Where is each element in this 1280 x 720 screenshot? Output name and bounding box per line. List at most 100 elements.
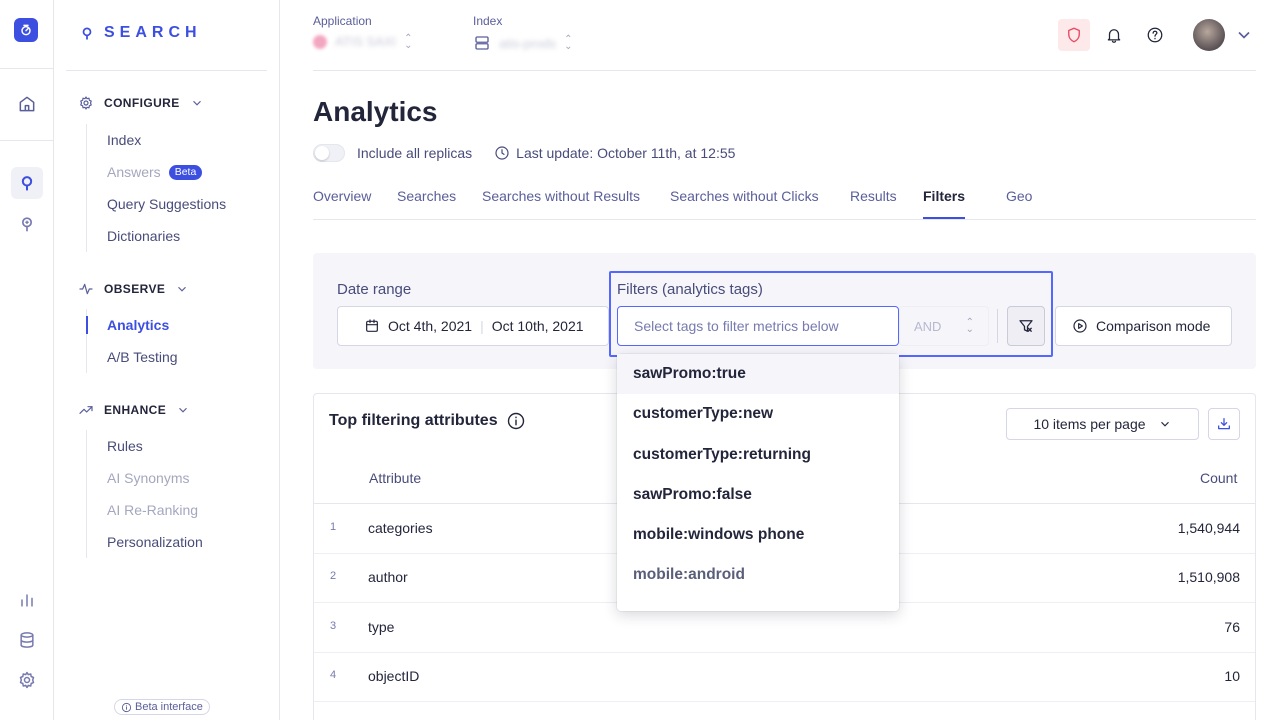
sidebar-item-rules[interactable]: Rules — [87, 430, 266, 462]
top-bar — [280, 0, 1280, 70]
row-count: 76 — [1224, 619, 1240, 635]
replicas-row: Include all replicas Last update: Octobe… — [313, 144, 735, 162]
updown-chevron-icon: ⌃ ⌄ — [564, 34, 573, 52]
sidebar-item-label: Query Suggestions — [107, 196, 227, 212]
sidebar-item-ai-synonyms[interactable]: AI Synonyms — [87, 462, 266, 494]
operator-select[interactable]: AND ⌃ ⌄ — [899, 306, 989, 346]
row-index: 1 — [330, 521, 337, 533]
app-rail — [0, 0, 54, 720]
tab-geo[interactable]: Geo — [1006, 188, 1032, 220]
operator-value: AND — [914, 318, 942, 334]
date-start: Oct 4th, 2021 — [388, 318, 473, 334]
sidebar-item-ai-re-ranking[interactable]: AI Re-Ranking — [87, 494, 266, 526]
chevron-down-icon — [192, 100, 201, 106]
sidebar: SEARCH CONFIGURE Index Answers Beta Query… — [54, 0, 280, 720]
items-per-page-select[interactable]: 10 items per page — [1006, 408, 1199, 440]
row-index: 2 — [330, 570, 337, 582]
table-row[interactable]: 4 objectID 10 — [314, 652, 1255, 702]
bell-icon[interactable] — [1098, 19, 1130, 51]
sidebar-item-label: AI Synonyms — [107, 470, 190, 486]
row-attribute: categories — [368, 520, 433, 536]
chevron-down-icon — [178, 286, 187, 292]
account-chevron-down-icon[interactable] — [1234, 25, 1254, 45]
tab-overview[interactable]: Overview — [313, 188, 371, 220]
tab-results[interactable]: Results — [850, 188, 897, 220]
updown-chevron-icon: ⌃ ⌄ — [404, 32, 413, 51]
tag-option-mobile-windows-phone[interactable]: mobile:windows phone — [617, 515, 899, 555]
tab-searches-without-clicks[interactable]: Searches without Clicks — [670, 188, 819, 220]
app-logo-icon[interactable] — [14, 18, 38, 42]
tab-searches-without-results[interactable]: Searches without Results — [482, 188, 640, 220]
include-replicas-toggle[interactable] — [313, 144, 345, 162]
sidebar-item-dictionaries[interactable]: Dictionaries — [87, 220, 266, 252]
apply-filter-button[interactable] — [1007, 306, 1045, 346]
sidebar-item-label: Personalization — [107, 534, 203, 550]
beta-badge: Beta — [168, 164, 203, 180]
info-icon[interactable] — [506, 411, 526, 431]
application-color-icon — [313, 34, 327, 49]
help-icon[interactable] — [1139, 19, 1171, 51]
application-picker[interactable]: Application ATIS SAXI ⌃ ⌄ — [313, 14, 413, 51]
home-icon[interactable] — [11, 88, 43, 120]
activity-pulse-icon — [79, 283, 93, 295]
sidebar-item-index[interactable]: Index — [87, 124, 266, 156]
items-per-page-value: 10 items per page — [1033, 416, 1146, 432]
tab-filters[interactable]: Filters — [923, 188, 966, 219]
comparison-mode-button[interactable]: Comparison mode — [1055, 306, 1232, 346]
brand-name: SEARCH — [104, 24, 202, 41]
row-count: 10 — [1224, 668, 1240, 684]
tag-option-sawpromo-true[interactable]: sawPromo:true — [617, 354, 899, 395]
date-range-picker[interactable]: Oct 4th, 2021 | Oct 10th, 2021 — [337, 306, 609, 346]
row-count: 1,510,908 — [1177, 569, 1240, 585]
index-value: atis-prods — [499, 35, 557, 51]
tag-option-customertype-returning[interactable]: customerType:returning — [617, 435, 899, 475]
sidebar-item-analytics[interactable]: Analytics — [86, 309, 266, 341]
search-brand-icon — [82, 27, 92, 40]
play-circle-icon — [1073, 319, 1087, 333]
calendar-icon — [366, 319, 378, 332]
tab-searches[interactable]: Searches — [397, 188, 456, 220]
tag-option-sawpromo-false[interactable]: sawPromo:false — [617, 475, 899, 515]
date-separator: | — [480, 318, 484, 334]
column-header-count[interactable]: Count — [1200, 470, 1237, 486]
tag-option-mobile-android[interactable]: mobile:android — [617, 555, 899, 595]
download-button[interactable] — [1208, 408, 1240, 440]
last-update-text: Last update: October 11th, at 12:55 — [516, 145, 736, 161]
avatar[interactable] — [1193, 19, 1225, 51]
date-end: Oct 10th, 2021 — [491, 318, 584, 334]
section-configure[interactable]: CONFIGURE — [78, 95, 204, 111]
analytics-chart-icon[interactable] — [11, 584, 43, 616]
row-attribute: author — [368, 569, 408, 585]
section-enhance[interactable]: ENHANCE — [78, 402, 190, 418]
tag-suggestions-dropdown: sawPromo:true customerType:new customerT… — [617, 354, 899, 611]
settings-gear-icon[interactable] — [11, 664, 43, 696]
recommend-product-icon[interactable] — [11, 208, 43, 240]
sidebar-item-label: Answers — [107, 164, 161, 180]
download-icon — [1218, 418, 1230, 430]
tag-option-customertype-new[interactable]: customerType:new — [617, 394, 899, 434]
page-title: Analytics — [313, 96, 438, 127]
row-index: 4 — [330, 669, 337, 681]
sidebar-item-label: Analytics — [107, 317, 170, 333]
sidebar-item-ab-testing[interactable]: A/B Testing — [87, 341, 266, 373]
sidebar-item-answers[interactable]: Answers Beta — [87, 156, 266, 188]
index-picker[interactable]: Index atis-prods ⌃ ⌄ — [473, 14, 572, 52]
column-header-attribute[interactable]: Attribute — [369, 470, 421, 486]
sidebar-item-query-suggestions[interactable]: Query Suggestions — [87, 188, 266, 220]
product-brand[interactable]: SEARCH — [80, 24, 202, 42]
last-update: Last update: October 11th, at 12:55 — [494, 145, 735, 161]
index-server-icon — [475, 36, 489, 50]
shield-icon[interactable] — [1058, 19, 1090, 51]
sidebar-item-personalization[interactable]: Personalization — [87, 526, 266, 558]
application-value: ATIS SAXI — [335, 34, 397, 49]
database-icon[interactable] — [11, 624, 43, 656]
section-observe[interactable]: OBSERVE — [78, 281, 189, 297]
search-product-icon[interactable] — [11, 167, 43, 199]
clock-icon — [495, 146, 509, 160]
funnel-icon — [1019, 320, 1033, 332]
tag-filter-input[interactable] — [617, 306, 899, 346]
row-count: 1,540,944 — [1177, 520, 1240, 536]
sidebar-item-label: Rules — [107, 438, 143, 454]
filters-tags-label: Filters (analytics tags) — [617, 281, 763, 298]
beta-interface-badge[interactable]: Beta interface — [114, 699, 210, 715]
